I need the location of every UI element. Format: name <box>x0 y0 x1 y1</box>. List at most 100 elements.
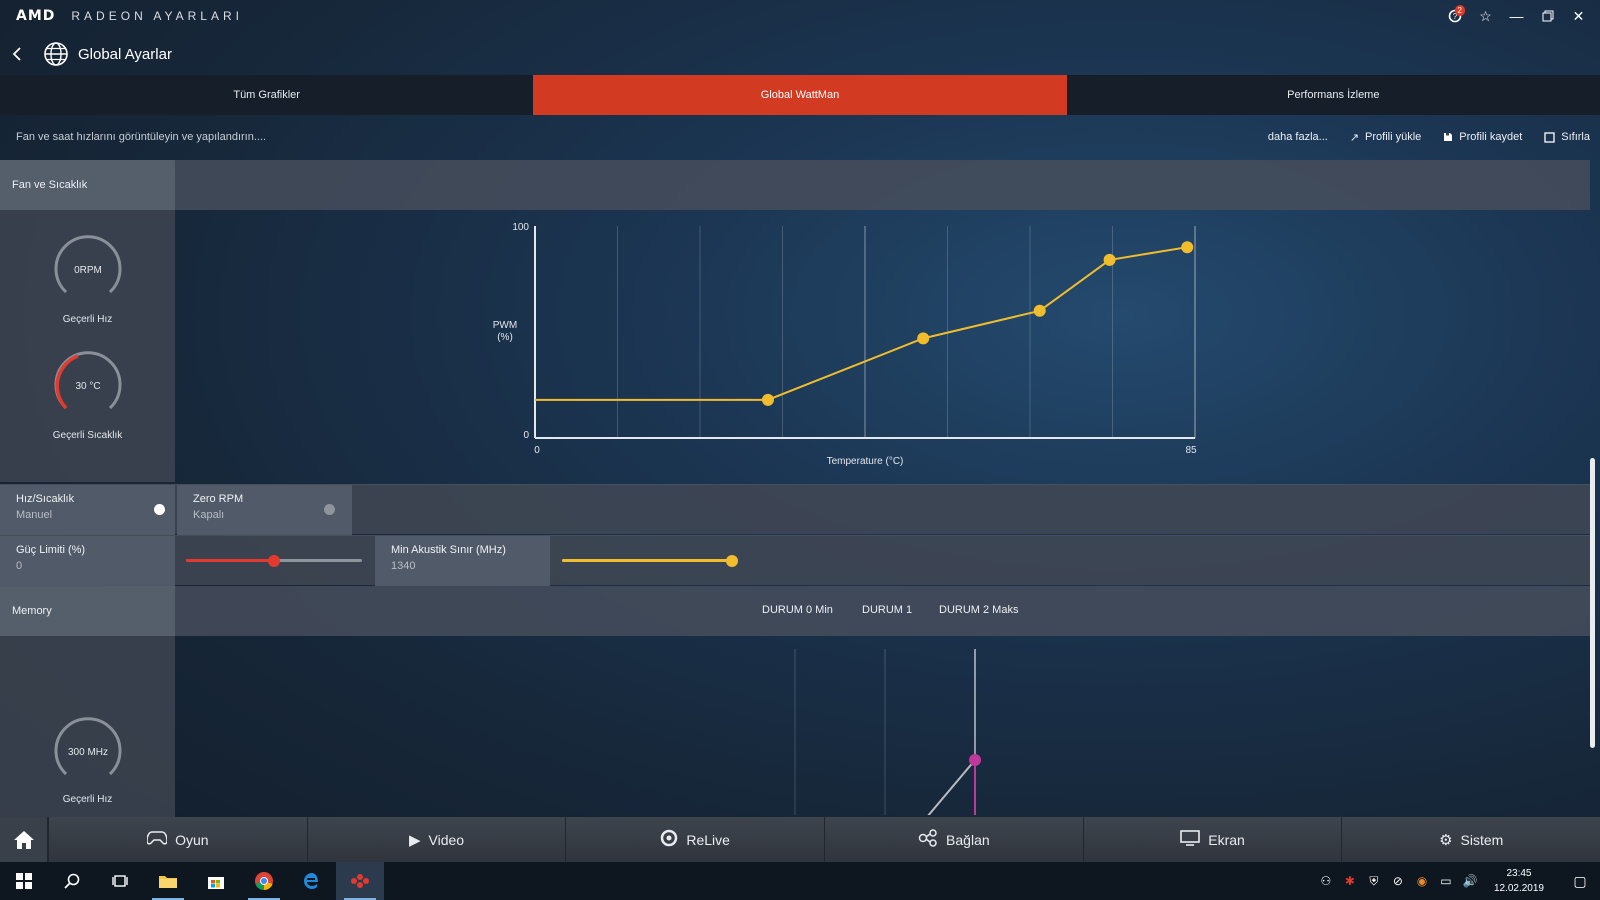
page-header: Global Ayarlar <box>0 34 600 74</box>
share-arrow-icon: ↗ <box>1349 131 1360 144</box>
memory-clock-chart[interactable] <box>175 635 1590 818</box>
app-tray-icon[interactable]: ◉ <box>1410 874 1434 888</box>
people-icon[interactable]: ⚇ <box>1314 874 1338 888</box>
memory-speed-value: 300 MHz <box>67 746 108 758</box>
power-limit-knob[interactable] <box>268 555 280 567</box>
zero-rpm-toggle[interactable] <box>324 504 335 515</box>
favorites-button[interactable]: ☆ <box>1470 4 1501 28</box>
chrome-button[interactable] <box>240 862 288 900</box>
home-button[interactable] <box>0 817 48 862</box>
memory-state-2: DURUM 2 Maks <box>939 604 1019 616</box>
network-off-icon[interactable]: ⊘ <box>1386 874 1410 888</box>
store-button[interactable] <box>192 862 240 900</box>
monitor-icon <box>1180 829 1201 850</box>
tab-performance-monitoring[interactable]: Performans İzleme <box>1067 75 1600 115</box>
save-icon <box>1444 133 1453 141</box>
fan-curve-point[interactable] <box>1103 253 1116 266</box>
nav-gaming[interactable]: Oyun <box>48 817 307 862</box>
home-icon <box>13 830 34 849</box>
volume-icon[interactable]: 🔊 <box>1458 874 1482 888</box>
fan-curve-point[interactable] <box>917 332 930 345</box>
system-icon: ⚙ <box>1439 831 1453 849</box>
fan-speed-value: 0RPM <box>74 264 102 276</box>
min-acoustic-control: Min Akustik Sınır (MHz) 1340 <box>375 536 550 586</box>
radeon-settings-button[interactable] <box>336 862 384 900</box>
x-axis-label: Temperature (°C) <box>827 456 904 467</box>
tab-global-wattman[interactable]: Global WattMan <box>533 75 1067 115</box>
memory-speed-gauge: 300 MHz <box>48 712 128 792</box>
scrollbar[interactable] <box>1590 458 1595 748</box>
fan-curve-point[interactable] <box>761 393 774 406</box>
speed-temp-value: Manuel <box>16 509 53 521</box>
fan-curve-chart[interactable]: 100 00 85 PWM(%) Temperature (°C) <box>175 208 1590 480</box>
reset-icon <box>1544 131 1555 143</box>
memory-clock-area <box>175 635 1590 818</box>
fan-curve-line <box>535 246 1188 401</box>
task-view-button[interactable] <box>96 862 144 900</box>
speed-temp-control[interactable]: Hız/Sıcaklık Manuel <box>0 485 175 535</box>
tab-all-graphics[interactable]: Tüm Grafikler <box>0 75 533 115</box>
tab-bar: Tüm Grafikler Global WattMan Performans … <box>0 75 1600 115</box>
y-axis-label: (%) <box>497 332 513 343</box>
taskbar-clock[interactable]: 23:45 12.02.2019 <box>1494 866 1544 896</box>
minimize-icon: — <box>1509 8 1524 24</box>
fan-control-row: Hız/Sıcaklık Manuel Zero RPM Kapalı <box>0 484 1590 535</box>
notification-badge: 2 <box>1454 5 1465 16</box>
defender-icon[interactable]: ⛨ <box>1362 874 1386 889</box>
edge-button[interactable] <box>288 862 336 900</box>
fan-curve-point[interactable] <box>1033 304 1046 317</box>
save-profile-button[interactable]: Profili kaydet <box>1443 131 1522 143</box>
search-icon <box>64 873 80 889</box>
close-icon: ✕ <box>1572 7 1585 24</box>
memory-speed-label: Geçerli Hız <box>62 794 113 805</box>
nav-system-label: Sistem <box>1460 831 1504 848</box>
nav-video[interactable]: ▶ Video <box>306 817 566 862</box>
store-icon <box>208 877 224 889</box>
network-icon[interactable]: ▭ <box>1434 874 1458 888</box>
power-limit-slider[interactable] <box>186 554 362 568</box>
file-explorer-button[interactable] <box>144 862 192 900</box>
back-button[interactable] <box>1 36 33 72</box>
temperature-value: 30 °C <box>75 380 101 392</box>
reset-button[interactable]: Sıfırla <box>1544 131 1590 143</box>
min-acoustic-value: 1340 <box>391 560 416 572</box>
radeon-settings-window: AMD RADEON AYARLARI ? 2 ☆ — ✕ Global Aya… <box>0 0 1600 862</box>
start-button[interactable] <box>0 862 48 900</box>
speed-temp-toggle[interactable] <box>154 504 165 515</box>
zero-rpm-control[interactable]: Zero RPM Kapalı <box>177 485 352 535</box>
system-tray: ⚇ ✱ ⛨ ⊘ ◉ ▭ 🔊 23:45 12.02.2019 ▢ <box>1314 862 1600 900</box>
nav-connect[interactable]: Bağlan <box>824 817 1083 862</box>
y-axis-label: PWM <box>493 320 517 331</box>
windows-taskbar: ⚇ ✱ ⛨ ⊘ ◉ ▭ 🔊 23:45 12.02.2019 ▢ <box>0 862 1600 900</box>
min-acoustic-knob[interactable] <box>726 555 738 567</box>
close-button[interactable]: ✕ <box>1563 4 1594 28</box>
power-limit-label: Güç Limiti (%) <box>16 544 86 556</box>
edge-icon <box>304 873 318 889</box>
fan-gauges-panel: 0RPM Geçerli Hız 30 °C Geçerli Sıcaklık <box>0 210 175 482</box>
star-icon: ☆ <box>1479 7 1492 24</box>
page-title: Global Ayarlar <box>78 45 172 63</box>
fan-section-label: Fan ve Sıcaklık <box>0 160 175 210</box>
min-acoustic-slider[interactable] <box>562 554 738 568</box>
fan-curve-point[interactable] <box>1181 241 1194 254</box>
notifications-button[interactable]: ? 2 <box>1439 4 1470 28</box>
minimize-button[interactable]: — <box>1501 4 1532 28</box>
nav-relive[interactable]: ReLive <box>565 817 825 862</box>
y-tick-label: 0 <box>523 430 529 441</box>
action-center-icon[interactable]: ▢ <box>1560 873 1600 890</box>
temperature-gauge: 30 °C <box>48 346 128 426</box>
profile-actions: daha fazla... ↗ Profili yükle Profili ka… <box>1246 116 1590 158</box>
search-button[interactable] <box>48 862 96 900</box>
load-profile-button[interactable]: ↗ Profili yükle <box>1350 131 1421 144</box>
nav-system[interactable]: ⚙ Sistem <box>1341 817 1600 862</box>
temperature-label: Geçerli Sıcaklık <box>52 430 123 441</box>
memory-section: Memory DURUM 0 Min DURUM 1 DURUM 2 Maks <box>0 586 1590 636</box>
fan-speed-label: Geçerli Hız <box>62 314 113 325</box>
restore-icon <box>1542 10 1553 22</box>
nav-video-label: Video <box>428 831 465 848</box>
more-link[interactable]: daha fazla... <box>1268 131 1328 143</box>
radeon-tray-icon[interactable]: ✱ <box>1338 874 1362 888</box>
nav-display[interactable]: Ekran <box>1082 817 1342 862</box>
restore-button[interactable] <box>1532 4 1563 28</box>
memory-state-2-point[interactable] <box>969 754 981 766</box>
